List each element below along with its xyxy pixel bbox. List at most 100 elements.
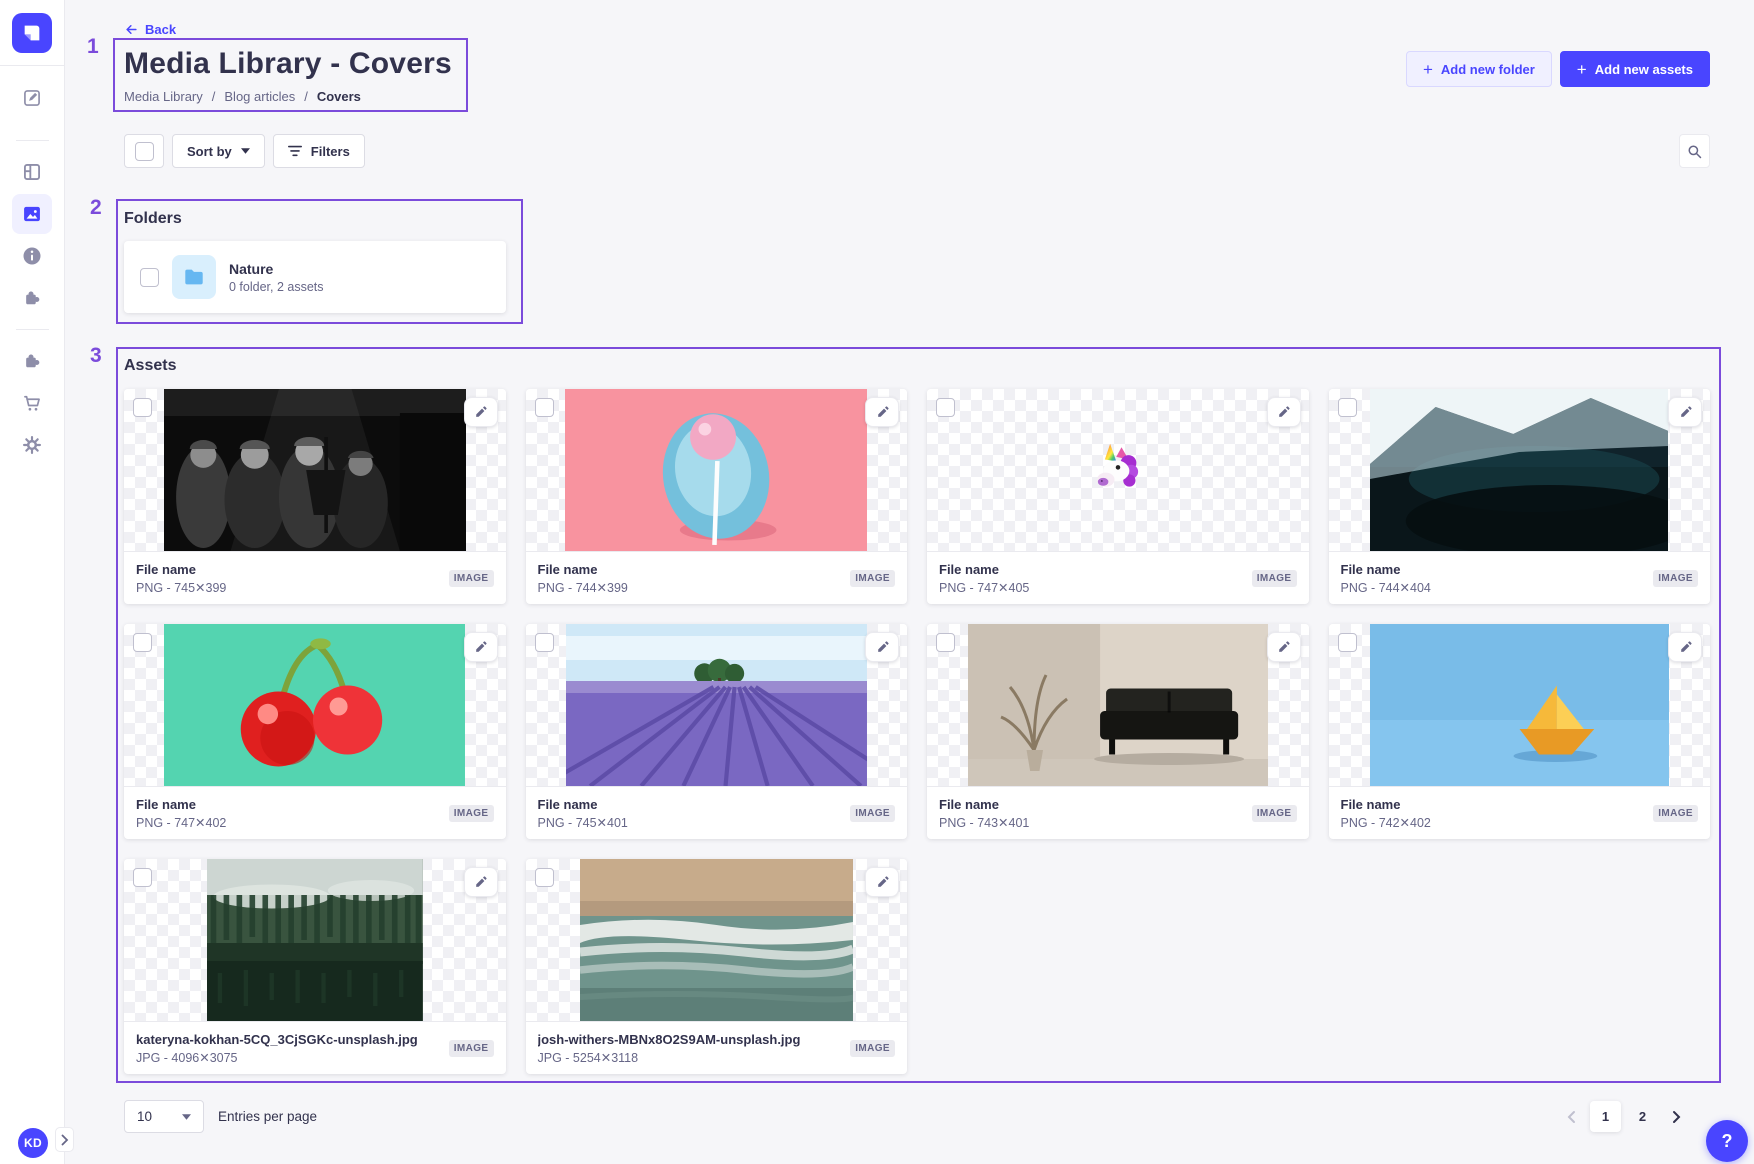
folders-heading: Folders [124,210,506,228]
asset-type-badge: IMAGE [1252,805,1297,822]
asset-thumbnail [526,859,908,1022]
asset-checkbox[interactable] [535,398,554,417]
asset-file-name: kateryna-kokhan-5CQ_3CjSGKc-unsplash.jpg [136,1032,418,1047]
cart-icon[interactable] [12,383,52,423]
asset-file-name: File name [939,562,1029,577]
asset-checkbox[interactable] [133,398,152,417]
page-title: Media Library - Covers [124,47,452,81]
asset-thumbnail [526,389,908,552]
select-all-checkbox[interactable] [135,142,154,161]
sort-by-button[interactable]: Sort by [172,134,265,168]
main-content: Back 1 Media Library - Covers Media Libr… [65,0,1754,1164]
asset-card[interactable]: File name PNG - 745✕401 IMAGE [526,624,908,839]
breadcrumb-item[interactable]: Media Library [124,89,203,104]
asset-checkbox[interactable] [1338,398,1357,417]
folder-card[interactable]: Nature 0 folder, 2 assets [124,241,506,313]
asset-checkbox[interactable] [133,633,152,652]
asset-meta: PNG - 743✕401 [939,815,1029,830]
next-page-button[interactable] [1664,1104,1690,1130]
puzzle-icon[interactable] [12,341,52,381]
folder-checkbox[interactable] [140,268,159,287]
sidebar-collapse-button[interactable] [55,1127,74,1152]
breadcrumb-item: Covers [317,89,361,104]
asset-edit-button[interactable] [865,632,899,662]
help-button[interactable]: ? [1706,1120,1748,1162]
plus-icon: + [1423,61,1433,78]
strapi-logo[interactable] [12,13,52,53]
asset-card-footer: File name PNG - 744✕399 IMAGE [526,552,908,604]
asset-card[interactable]: File name PNG - 742✕402 IMAGE [1329,624,1711,839]
asset-checkbox[interactable] [1338,633,1357,652]
sort-by-label: Sort by [187,144,232,159]
puzzle-icon[interactable] [12,278,52,318]
chevron-down-icon [241,148,250,154]
breadcrumb-separator: / [304,89,308,104]
asset-type-badge: IMAGE [1252,570,1297,587]
asset-card[interactable]: File name PNG - 747✕405 IMAGE [927,389,1309,604]
toolbar: Sort by Filters [124,134,1710,168]
media-library-icon[interactable] [12,194,52,234]
breadcrumb-item[interactable]: Blog articles [224,89,295,104]
asset-edit-button[interactable] [464,867,498,897]
asset-meta: JPG - 5254✕3118 [538,1050,801,1065]
asset-meta: PNG - 747✕405 [939,580,1029,595]
select-all-checkbox-button[interactable] [124,134,164,168]
add-new-assets-button[interactable]: + Add new assets [1560,51,1710,87]
pencil-icon [474,641,487,654]
asset-meta: PNG - 747✕402 [136,815,226,830]
asset-edit-button[interactable] [865,867,899,897]
asset-thumbnail [124,389,506,552]
asset-edit-button[interactable] [1267,397,1301,427]
asset-file-name: File name [1341,562,1431,577]
asset-card[interactable]: File name PNG - 747✕402 IMAGE [124,624,506,839]
asset-card[interactable]: kateryna-kokhan-5CQ_3CjSGKc-unsplash.jpg… [124,859,506,1074]
search-icon [1687,144,1702,159]
sidebar: KD [0,0,65,1164]
search-button[interactable] [1679,134,1710,168]
info-icon[interactable] [12,236,52,276]
pagination-row: 10 Entries per page 12 [124,1100,1710,1133]
asset-card[interactable]: File name PNG - 744✕399 IMAGE [526,389,908,604]
asset-checkbox[interactable] [535,633,554,652]
filter-icon [288,145,302,157]
gear-icon[interactable] [12,425,52,465]
divider [0,65,64,66]
previous-page-button[interactable] [1558,1104,1584,1130]
add-new-folder-button[interactable]: + Add new folder [1406,51,1552,87]
pencil-icon [474,876,487,889]
add-new-assets-label: Add new assets [1595,62,1693,77]
entries-per-page-select[interactable]: 10 [124,1100,204,1133]
asset-card-footer: josh-withers-MBNx8O2S9AM-unsplash.jpg JP… [526,1022,908,1074]
asset-edit-button[interactable] [1668,397,1702,427]
asset-file-name: File name [1341,797,1431,812]
pencil-icon [474,406,487,419]
asset-checkbox[interactable] [936,633,955,652]
asset-edit-button[interactable] [1267,632,1301,662]
asset-card[interactable]: josh-withers-MBNx8O2S9AM-unsplash.jpg JP… [526,859,908,1074]
asset-card-footer: File name PNG - 745✕401 IMAGE [526,787,908,839]
asset-edit-button[interactable] [464,632,498,662]
asset-edit-button[interactable] [464,397,498,427]
back-link[interactable]: Back [124,22,176,37]
asset-file-name: File name [538,562,628,577]
add-new-folder-label: Add new folder [1441,62,1535,77]
asset-card-footer: File name PNG - 747✕402 IMAGE [124,787,506,839]
pen-icon[interactable] [12,78,52,118]
layout-icon[interactable] [12,152,52,192]
pencil-icon [876,876,889,889]
pagination-page-2[interactable]: 2 [1627,1101,1658,1132]
avatar[interactable]: KD [18,1128,48,1158]
asset-checkbox[interactable] [535,868,554,887]
asset-edit-button[interactable] [1668,632,1702,662]
asset-thumbnail [124,859,506,1022]
asset-type-badge: IMAGE [449,1040,494,1057]
asset-checkbox[interactable] [133,868,152,887]
pencil-icon [1277,641,1290,654]
asset-checkbox[interactable] [936,398,955,417]
pagination-page-1[interactable]: 1 [1590,1101,1621,1132]
asset-card[interactable]: File name PNG - 743✕401 IMAGE [927,624,1309,839]
asset-card[interactable]: File name PNG - 744✕404 IMAGE [1329,389,1711,604]
asset-card[interactable]: File name PNG - 745✕399 IMAGE [124,389,506,604]
filters-button[interactable]: Filters [273,134,365,168]
asset-edit-button[interactable] [865,397,899,427]
